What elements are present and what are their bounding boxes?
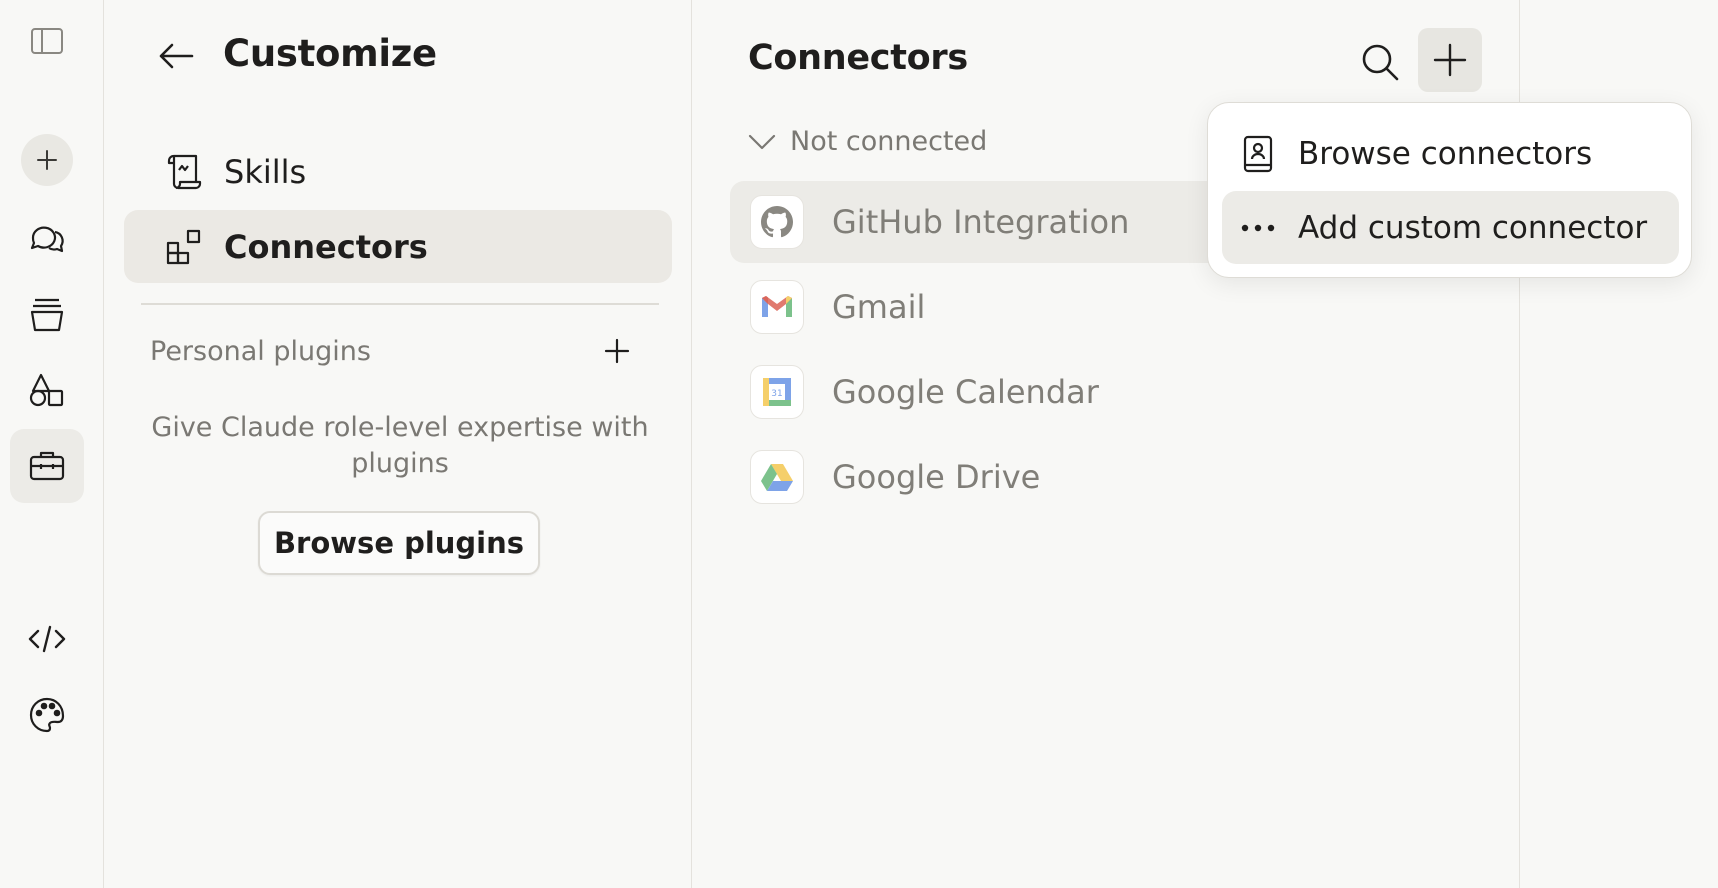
sidebar-toggle-button[interactable] — [10, 4, 84, 78]
nav-item-label: Skills — [224, 152, 307, 191]
code-icon — [27, 619, 67, 659]
menu-item-label: Browse connectors — [1298, 135, 1593, 172]
menu-item-add-custom-connector[interactable]: Add custom connector — [1222, 191, 1679, 264]
plus-icon — [1433, 43, 1467, 77]
theme-button[interactable] — [10, 678, 84, 752]
connectors-icon — [164, 227, 204, 267]
artifacts-icon — [27, 369, 67, 409]
new-chat-button[interactable] — [10, 123, 84, 197]
gmail-icon — [750, 280, 804, 334]
connector-row-google-calendar[interactable]: 31 Google Calendar — [730, 351, 1490, 433]
sidebar-toggle-icon — [30, 26, 64, 56]
section-label: Not connected — [790, 126, 988, 157]
arrow-left-icon — [158, 42, 194, 70]
chats-button[interactable] — [10, 201, 84, 275]
app-rail — [0, 0, 104, 888]
code-button[interactable] — [10, 602, 84, 676]
not-connected-section-toggle[interactable]: Not connected — [748, 126, 987, 157]
add-connector-menu: Browse connectors Add custom connector — [1207, 102, 1692, 278]
nav-item-connectors[interactable]: Connectors — [124, 210, 672, 283]
search-icon — [1360, 42, 1400, 82]
customize-button[interactable] — [10, 429, 84, 503]
divider — [141, 303, 659, 305]
connectors-title: Connectors — [748, 38, 968, 78]
customize-panel: Customize Skills Connectors Personal plu… — [104, 0, 692, 888]
book-icon — [1238, 134, 1278, 174]
menu-item-browse-connectors[interactable]: Browse connectors — [1222, 117, 1679, 190]
back-button[interactable] — [152, 32, 200, 80]
connector-name: GitHub Integration — [832, 203, 1130, 241]
artifacts-button[interactable] — [10, 352, 84, 426]
connector-row-google-drive[interactable]: Google Drive — [730, 436, 1490, 518]
connector-name: Google Calendar — [832, 373, 1099, 411]
browse-plugins-button[interactable]: Browse plugins — [258, 511, 540, 575]
google-drive-icon — [750, 450, 804, 504]
menu-item-label: Add custom connector — [1298, 209, 1648, 246]
projects-button[interactable] — [10, 277, 84, 351]
plus-icon — [35, 148, 59, 172]
more-dots-icon — [1238, 208, 1278, 248]
google-calendar-icon: 31 — [750, 365, 804, 419]
projects-icon — [27, 294, 67, 334]
nav-item-label: Connectors — [224, 227, 428, 266]
nav-item-skills[interactable]: Skills — [124, 135, 672, 208]
chats-icon — [27, 218, 67, 258]
plugins-description: Give Claude role-level expertise with pl… — [151, 412, 649, 479]
chevron-down-icon — [748, 133, 776, 151]
personal-plugins-heading: Personal plugins — [150, 336, 371, 367]
connector-row-gmail[interactable]: Gmail — [730, 266, 1490, 348]
connector-name: Gmail — [832, 288, 926, 326]
toolbox-icon — [27, 446, 67, 486]
scroll-icon — [164, 152, 204, 192]
add-plugin-button[interactable] — [600, 334, 634, 368]
search-button[interactable] — [1352, 34, 1408, 90]
page-title: Customize — [223, 32, 437, 75]
palette-icon — [27, 695, 67, 735]
add-connector-button[interactable] — [1418, 28, 1482, 92]
connector-name: Google Drive — [832, 458, 1041, 496]
github-icon — [750, 195, 804, 249]
plus-icon — [604, 338, 630, 364]
calendar-day: 31 — [771, 389, 782, 399]
